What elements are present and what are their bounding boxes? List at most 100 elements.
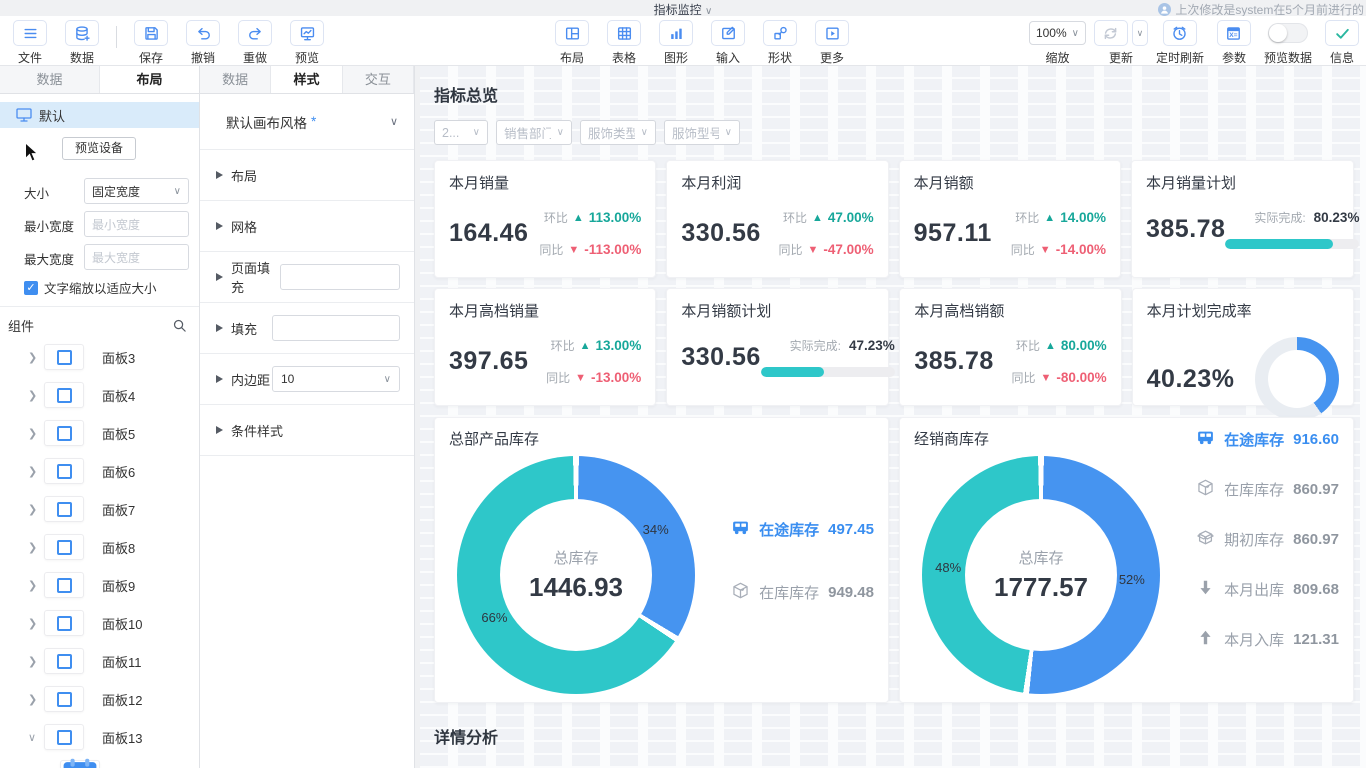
check-icon[interactable] [1325,20,1359,46]
donut-card-总部产品库存[interactable]: 总部产品库存总库存1446.9334%66%在途库存497.45在库库存949.… [434,417,889,703]
tree-item-面板13[interactable]: ∨面板13 [0,718,200,756]
chevron-down-icon[interactable]: ∨ [1132,20,1148,46]
填充-input[interactable] [272,315,400,341]
text-scale-checkbox-row[interactable]: ✓ 文字缩放以适应大小 [24,278,157,297]
页面填充-input[interactable] [280,264,400,290]
legend-item-在库库存[interactable]: 在库库存949.48 [731,581,874,604]
triangle-right-icon[interactable] [216,375,223,383]
zoom-select[interactable]: 100%∨ [1029,21,1086,45]
chevron-down-icon: ∨ [384,374,391,385]
chevron-right-icon[interactable]: ❯ [28,351,40,364]
dashboard-canvas[interactable]: 指标总览 2...∨销售部门∨服饰类型∨服饰型号∨ 本月销量164.46环比▲1… [415,66,1366,768]
kpi-card-本月销量计划[interactable]: 本月销量计划385.78实际完成:80.23% [1131,160,1354,278]
tree-item-面板3[interactable]: ❯面板3 [0,338,200,376]
zoom-control[interactable]: 100%∨缩放 [1029,20,1086,66]
donut-card-经销商库存[interactable]: 经销商库存总库存1777.5752%48%在途库存916.60在库库存860.9… [899,417,1354,703]
style-section-页面填充[interactable]: 页面填充 [200,252,414,303]
toolbar-button-预览[interactable]: 预览 [285,20,329,66]
toolbar-button-文件[interactable]: 文件 [8,20,52,66]
canvas-style-selector[interactable]: 默认画布风格 * ∨ [200,94,414,150]
tree-item-面板7[interactable]: ❯面板7 [0,490,200,528]
最大宽度-input[interactable]: 最大宽度 [84,244,189,270]
refresh-control[interactable]: ∨更新 [1094,20,1148,66]
chevron-right-icon[interactable]: ❯ [28,541,40,554]
search-icon[interactable] [172,318,187,333]
kpi-card-本月高档销量[interactable]: 本月高档销量397.65环比▲13.00%同比▼-13.00% [434,288,656,406]
最小宽度-input[interactable]: 最小宽度 [84,211,189,237]
style-section-网格[interactable]: 网格 [200,201,414,252]
tree-item-面板12[interactable]: ❯面板12 [0,680,200,718]
toolbar-button-重做[interactable]: 重做 [233,20,277,66]
tab-样式[interactable]: 样式 [271,66,342,93]
tab-交互[interactable]: 交互 [343,66,414,93]
toolbar-button-布局[interactable]: 布局 [550,20,594,66]
info-button[interactable]: 信息 [1320,20,1364,66]
chevron-right-icon[interactable]: ❯ [28,579,40,592]
内边距-select[interactable]: 10∨ [272,366,400,392]
timer-icon[interactable] [1163,20,1197,46]
kpi-card-本月销量[interactable]: 本月销量164.46环比▲113.00%同比▼-113.00% [434,160,656,278]
filter-select-0[interactable]: 2...∨ [434,120,488,145]
legend-item-在库库存[interactable]: 在库库存860.97 [1196,478,1339,501]
toolbar-button-保存[interactable]: 保存 [129,20,173,66]
device-item-default[interactable]: 默认 [0,102,199,128]
legend-item-本月出库[interactable]: 本月出库809.68 [1196,578,1339,601]
preview-data-toggle[interactable] [1268,23,1308,43]
tree-item-面板11[interactable]: ❯面板11 [0,642,200,680]
tab-数据[interactable]: 数据 [200,66,271,93]
tab-数据[interactable]: 数据 [0,66,100,93]
kpi-card-本月销额[interactable]: 本月销额957.11环比▲14.00%同比▼-14.00% [899,160,1121,278]
chevron-down-icon[interactable]: ∨ [28,731,40,744]
triangle-right-icon[interactable] [216,273,223,281]
preview-device-button[interactable]: 预览设备 [62,137,136,160]
legend-item-本月入库[interactable]: 本月入库121.31 [1196,628,1339,651]
triangle-right-icon[interactable] [216,171,223,179]
toolbar-button-更多[interactable]: 更多 [810,20,854,66]
tree-item-面板4[interactable]: ❯面板4 [0,376,200,414]
legend-item-期初库存[interactable]: 期初库存860.97 [1196,528,1339,551]
tab-布局[interactable]: 布局 [100,66,199,93]
preview-data-control[interactable]: 预览数据 [1264,20,1312,66]
params-button[interactable]: X=参数 [1212,20,1256,66]
chevron-right-icon[interactable]: ❯ [28,617,40,630]
triangle-right-icon[interactable] [216,222,223,230]
chevron-right-icon[interactable]: ❯ [28,389,40,402]
chevron-right-icon[interactable]: ❯ [28,503,40,516]
tree-item-面板5[interactable]: ❯面板5 [0,414,200,452]
kpi-card-本月计划完成率[interactable]: 本月计划完成率40.23% [1132,288,1354,406]
toolbar-button-图形[interactable]: 图形 [654,20,698,66]
kpi-card-本月高档销额[interactable]: 本月高档销额385.78环比▲80.00%同比▼-80.00% [899,288,1121,406]
kpi-card-本月利润[interactable]: 本月利润330.56环比▲47.00%同比▼-47.00% [666,160,888,278]
tree-item-面板8[interactable]: ❯面板8 [0,528,200,566]
legend-item-在途库存[interactable]: 在途库存497.45 [731,518,874,541]
triangle-right-icon[interactable] [216,324,223,332]
chevron-right-icon[interactable]: ❯ [28,465,40,478]
style-section-填充[interactable]: 填充 [200,303,414,354]
toolbar-button-表格[interactable]: 表格 [602,20,646,66]
kpi-card-本月销额计划[interactable]: 本月销额计划330.56实际完成:47.23% [666,288,889,406]
tree-item-面板6[interactable]: ❯面板6 [0,452,200,490]
toolbar-button-输入[interactable]: 输入 [706,20,750,66]
style-section-条件样式[interactable]: 条件样式 [200,405,414,456]
tree-item-面板10[interactable]: ❯面板10 [0,604,200,642]
style-section-内边距[interactable]: 内边距10∨ [200,354,414,405]
chevron-right-icon[interactable]: ❯ [28,693,40,706]
legend-item-在途库存[interactable]: 在途库存916.60 [1196,428,1339,451]
filter-select-1[interactable]: 销售部门∨ [496,120,572,145]
checkbox-checked-icon[interactable]: ✓ [24,281,38,295]
chevron-right-icon[interactable]: ❯ [28,655,40,668]
triangle-right-icon[interactable] [216,426,223,434]
chevron-right-icon[interactable]: ❯ [28,427,40,440]
timed-refresh-button[interactable]: 定时刷新 [1156,20,1204,66]
tree-item-面板9[interactable]: ❯面板9 [0,566,200,604]
toolbar-button-数据[interactable]: 数据 [60,20,104,66]
filter-select-2[interactable]: 服饰类型∨ [580,120,656,145]
大小-select[interactable]: 固定宽度∨ [84,178,189,204]
params-icon[interactable]: X= [1217,20,1251,46]
refresh-icon[interactable] [1094,20,1128,46]
toolbar-button-形状[interactable]: 形状 [758,20,802,66]
tree-item-日期1[interactable]: 日期1 [0,756,200,768]
toolbar-button-撤销[interactable]: 撤销 [181,20,225,66]
style-section-布局[interactable]: 布局 [200,150,414,201]
filter-select-3[interactable]: 服饰型号∨ [664,120,740,145]
